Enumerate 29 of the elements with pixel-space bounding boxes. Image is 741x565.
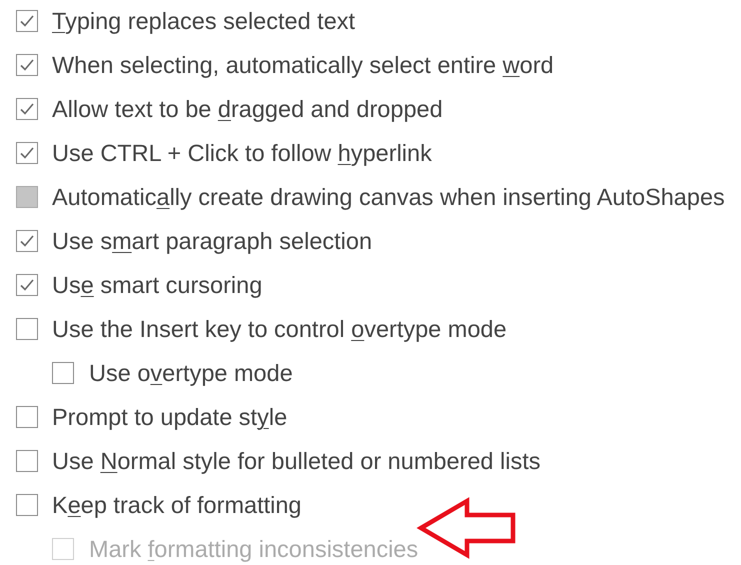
checkbox[interactable] (16, 274, 38, 296)
checkbox[interactable] (16, 54, 38, 76)
checkbox[interactable] (16, 450, 38, 472)
checkbox-label[interactable]: When selecting, automatically select entire word (52, 52, 554, 78)
checkbox[interactable] (16, 406, 38, 428)
checkbox[interactable] (16, 10, 38, 32)
checkbox-label[interactable]: Automatically create drawing canvas when inserting AutoShapes (52, 184, 725, 210)
checkbox-label[interactable]: Prompt to update style (52, 404, 288, 430)
checkbox[interactable] (52, 362, 74, 384)
check-icon (19, 102, 35, 116)
check-icon (19, 278, 35, 292)
checkbox-label[interactable]: Use smart cursoring (52, 272, 262, 298)
checkbox-label[interactable]: Use Normal style for bulleted or numbered lists (52, 448, 540, 474)
check-icon (19, 234, 35, 248)
check-icon (19, 58, 35, 72)
checkbox[interactable] (16, 494, 38, 516)
checkbox-label[interactable]: Keep track of formatting (52, 492, 302, 518)
checkbox-label[interactable]: Use CTRL + Click to follow hyperlink (52, 140, 432, 166)
checkbox-label[interactable]: Typing replaces selected text (52, 8, 356, 34)
checkbox[interactable] (16, 142, 38, 164)
check-icon (19, 146, 35, 160)
checkbox[interactable] (16, 318, 38, 340)
checkbox-label[interactable]: Use overtype mode (89, 360, 293, 386)
checkbox-label[interactable]: Use smart paragraph selection (52, 228, 372, 254)
checkbox[interactable] (16, 98, 38, 120)
check-icon (19, 14, 35, 28)
checkbox[interactable] (16, 230, 38, 252)
checkbox-label[interactable]: Use the Insert key to control overtype mode (52, 316, 507, 342)
checkbox-label[interactable]: Allow text to be dragged and dropped (52, 96, 443, 122)
